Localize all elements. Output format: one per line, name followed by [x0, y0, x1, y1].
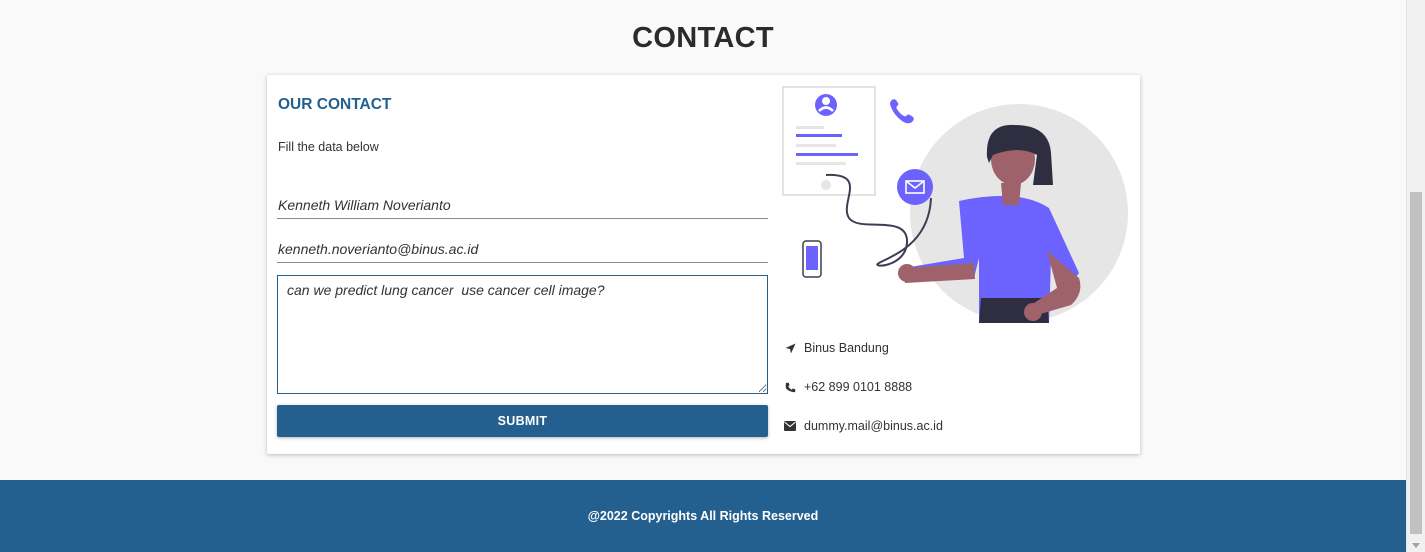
contact-form: OUR CONTACT Fill the data below can we p…	[277, 75, 768, 454]
submit-button[interactable]: SUBMIT	[277, 405, 768, 437]
contact-address-text: Binus Bandung	[804, 341, 889, 355]
scrollbar-thumb[interactable]	[1410, 192, 1422, 534]
contact-phone-text: +62 899 0101 8888	[804, 380, 913, 394]
envelope-icon	[783, 419, 797, 433]
name-input[interactable]	[277, 191, 768, 219]
scroll-down-arrow-icon[interactable]	[1412, 543, 1420, 548]
footer: @2022 Copyrights All Rights Reserved	[0, 480, 1406, 552]
contact-phone: +62 899 0101 8888	[783, 377, 912, 397]
message-textarea[interactable]: can we predict lung cancer use cancer ce…	[277, 275, 768, 394]
phone-icon	[783, 380, 797, 394]
contact-illustration	[782, 86, 1128, 323]
email-input[interactable]	[277, 235, 768, 263]
contact-email: dummy.mail@binus.ac.id	[783, 416, 943, 436]
location-arrow-icon	[783, 341, 797, 355]
contact-address: Binus Bandung	[783, 338, 889, 358]
contact-email-text: dummy.mail@binus.ac.id	[804, 419, 943, 433]
page-title: CONTACT	[632, 22, 774, 54]
footer-copyright: @2022 Copyrights All Rights Reserved	[587, 509, 819, 523]
illustration-phone-icon	[890, 99, 914, 124]
contact-card: OUR CONTACT Fill the data below can we p…	[267, 75, 1140, 454]
form-subtitle: Fill the data below	[278, 140, 379, 154]
page-scrollbar[interactable]	[1406, 0, 1425, 552]
form-heading: OUR CONTACT	[278, 96, 392, 113]
